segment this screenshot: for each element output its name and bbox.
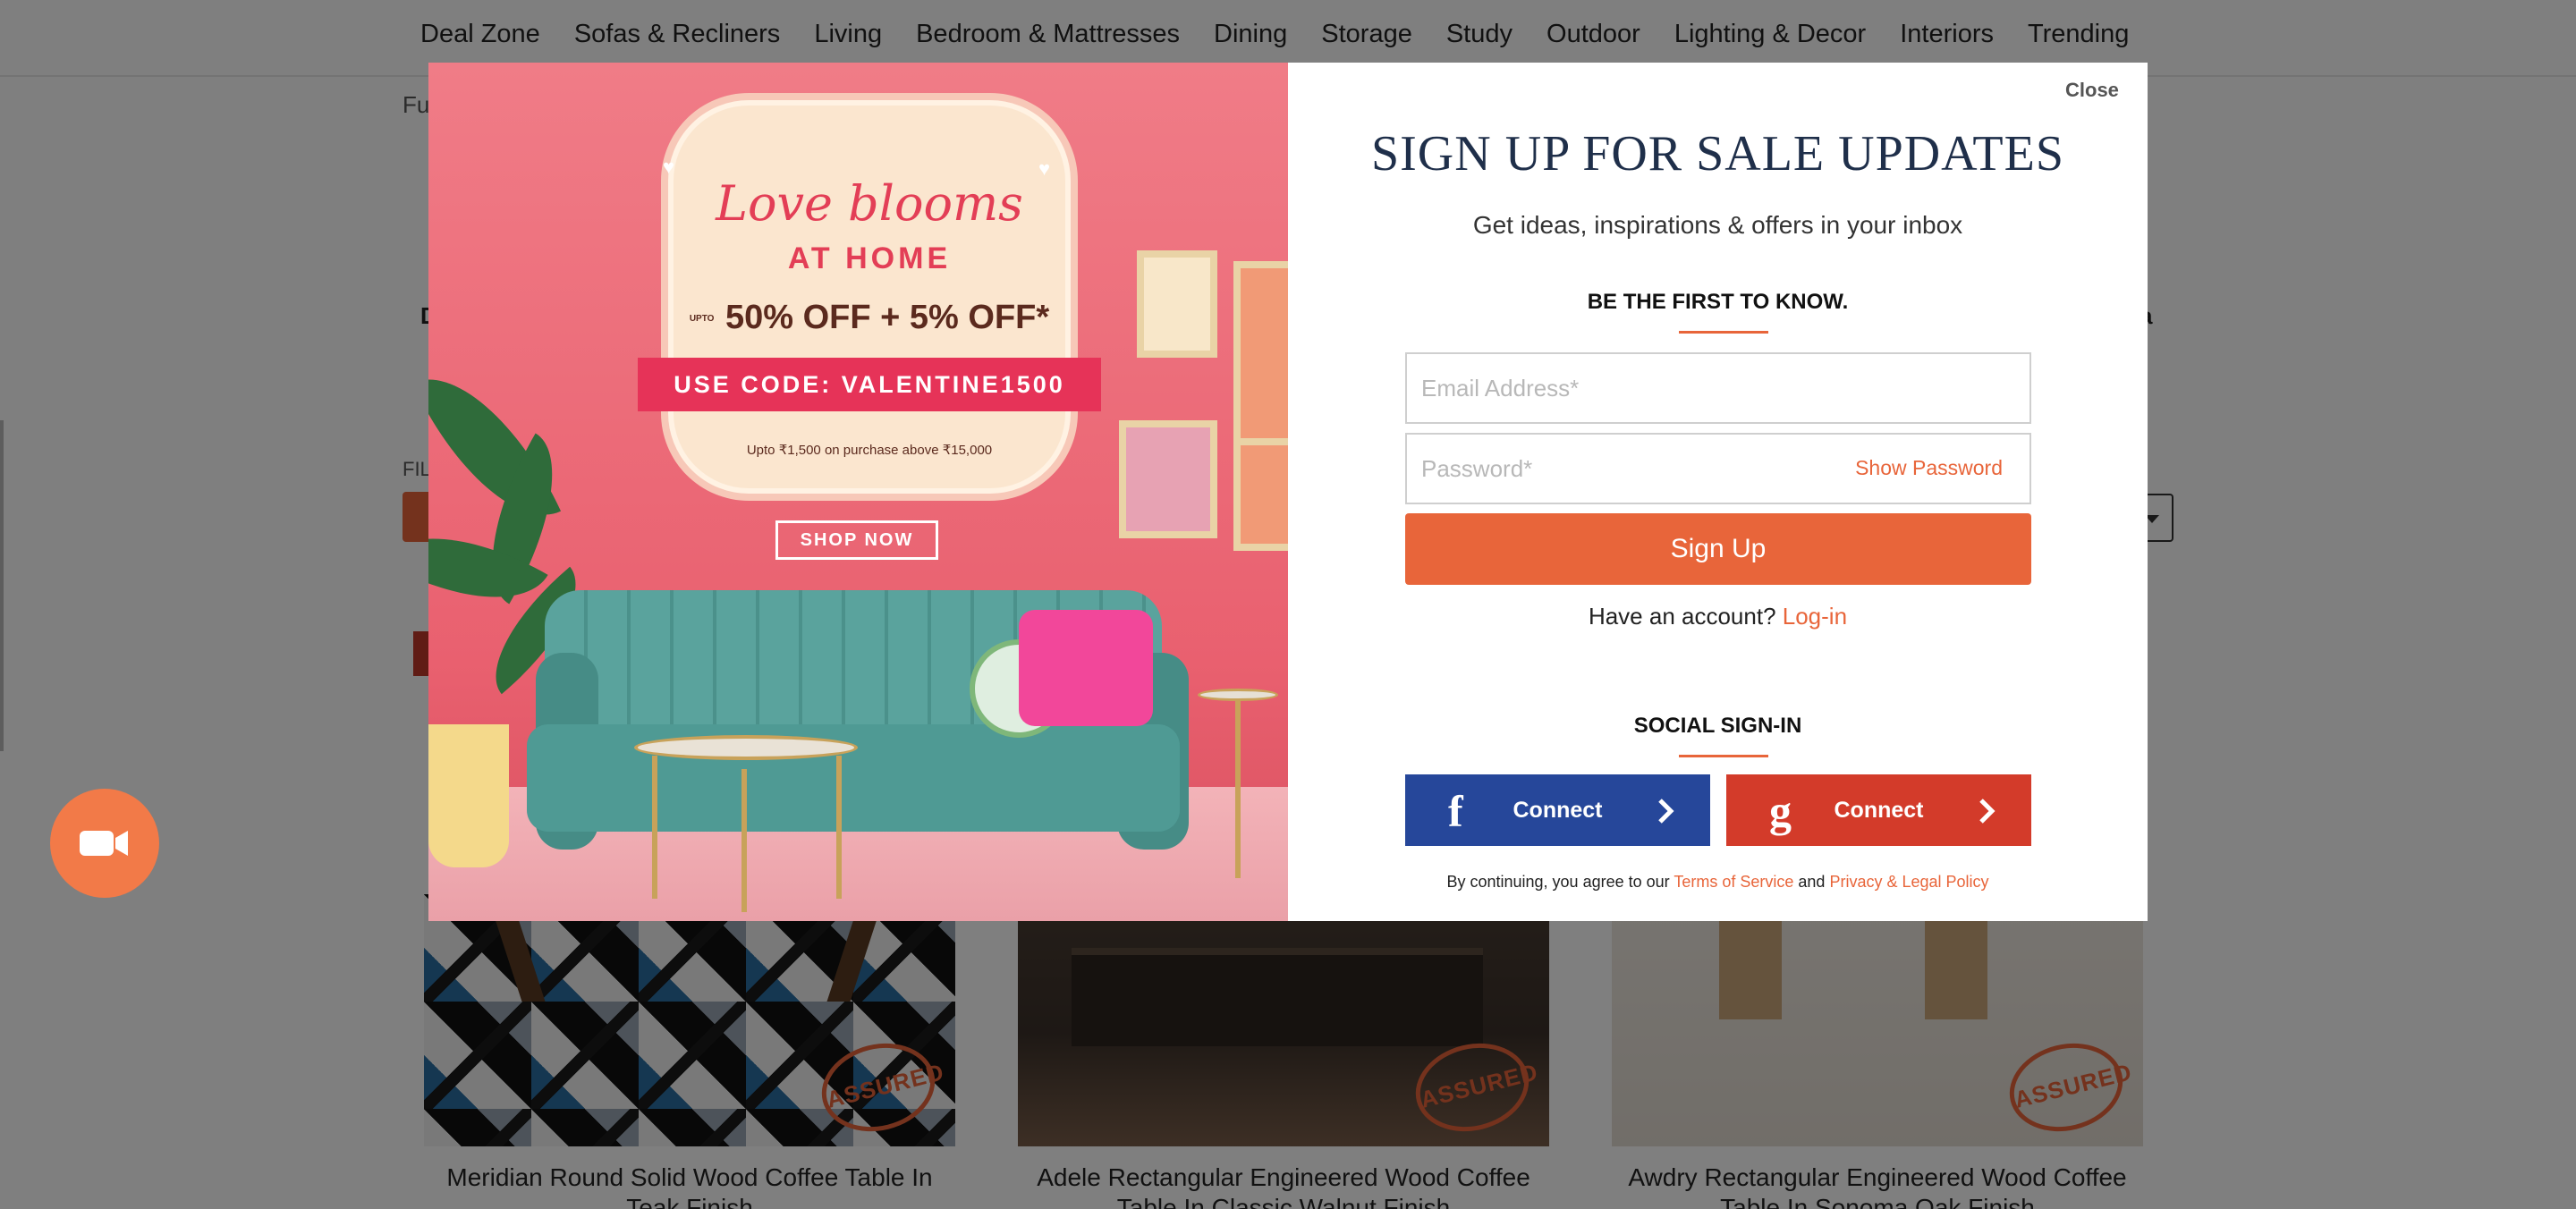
offer-plaque: Love blooms AT HOME UPTO 50% OFF + 5% OF…: [638, 100, 1101, 494]
offer-prefix: UPTO: [689, 314, 715, 325]
signup-subline: Get ideas, inspirations & offers in your…: [1472, 211, 1963, 239]
promo-fine-print: Upto ₹1,500 on purchase above ₹15,000: [746, 443, 993, 458]
have-account-line: Have an account? Log-in: [1288, 603, 2148, 630]
signup-form-pane: Close SIGN UP FOR SALE UPDATES Get ideas…: [1288, 63, 2148, 921]
shop-now-button[interactable]: SHOP NOW: [775, 520, 938, 560]
promo-script-title: Love blooms: [716, 175, 1023, 232]
wall-frame: [1233, 438, 1288, 551]
terms-prefix: By continuing, you agree to our: [1446, 873, 1670, 891]
wall-frame: [1119, 420, 1217, 538]
side-table-leg: [1235, 699, 1241, 878]
promo-code-ribbon: USE CODE: VALENTINE1500: [638, 358, 1101, 411]
offer-text: 50% OFF + 5% OFF*: [725, 299, 1050, 336]
privacy-policy-link[interactable]: Privacy & Legal Policy: [1829, 873, 1988, 891]
heart-icon: ♥: [663, 156, 675, 178]
terms-of-service-link[interactable]: Terms of Service: [1674, 873, 1793, 891]
video-call-button[interactable]: [50, 789, 159, 898]
sofa-seat: [527, 724, 1180, 832]
terms-line: By continuing, you agree to our Terms of…: [1288, 873, 2148, 892]
show-password-toggle[interactable]: Show Password: [1855, 456, 2003, 480]
coffee-table-top: [634, 735, 858, 760]
google-connect-button[interactable]: g Connect: [1726, 774, 2031, 846]
email-field[interactable]: [1405, 352, 2031, 424]
terms-and: and: [1798, 873, 1826, 891]
wall-frame: [1137, 250, 1217, 358]
password-field[interactable]: Show Password: [1405, 433, 2031, 504]
plant-pot: [428, 724, 509, 867]
close-button[interactable]: Close: [2065, 79, 2148, 102]
coffee-table-leg: [652, 756, 657, 899]
have-account-text: Have an account?: [1588, 603, 1776, 630]
signup-headline: SIGN UP FOR SALE UPDATES: [1371, 126, 2064, 182]
promo-offer: UPTO 50% OFF + 5% OFF*: [674, 299, 1065, 337]
coffee-table-leg: [836, 756, 842, 899]
facebook-connect-button[interactable]: f Connect: [1405, 774, 1710, 846]
promo-subtitle: AT HOME: [787, 241, 952, 275]
video-camera-icon: [80, 831, 128, 856]
heading-underline: [1679, 331, 1768, 334]
signup-modal: Love blooms AT HOME UPTO 50% OFF + 5% OF…: [428, 63, 2148, 921]
social-signin-heading: SOCIAL SIGN-IN: [1633, 714, 1802, 738]
heading-underline: [1679, 755, 1768, 757]
promo-banner[interactable]: Love blooms AT HOME UPTO 50% OFF + 5% OF…: [428, 63, 1288, 921]
chevron-right-icon: [1979, 799, 1996, 824]
coffee-table-leg: [741, 769, 747, 912]
email-input[interactable]: [1407, 354, 2029, 422]
login-link[interactable]: Log-in: [1783, 603, 1847, 630]
first-to-know-heading: BE THE FIRST TO KNOW.: [1587, 290, 1849, 314]
sign-up-button[interactable]: Sign Up: [1405, 513, 2031, 585]
chevron-right-icon: [1658, 799, 1674, 824]
cushion: [1019, 610, 1153, 726]
heart-icon: ♥: [1038, 157, 1051, 180]
